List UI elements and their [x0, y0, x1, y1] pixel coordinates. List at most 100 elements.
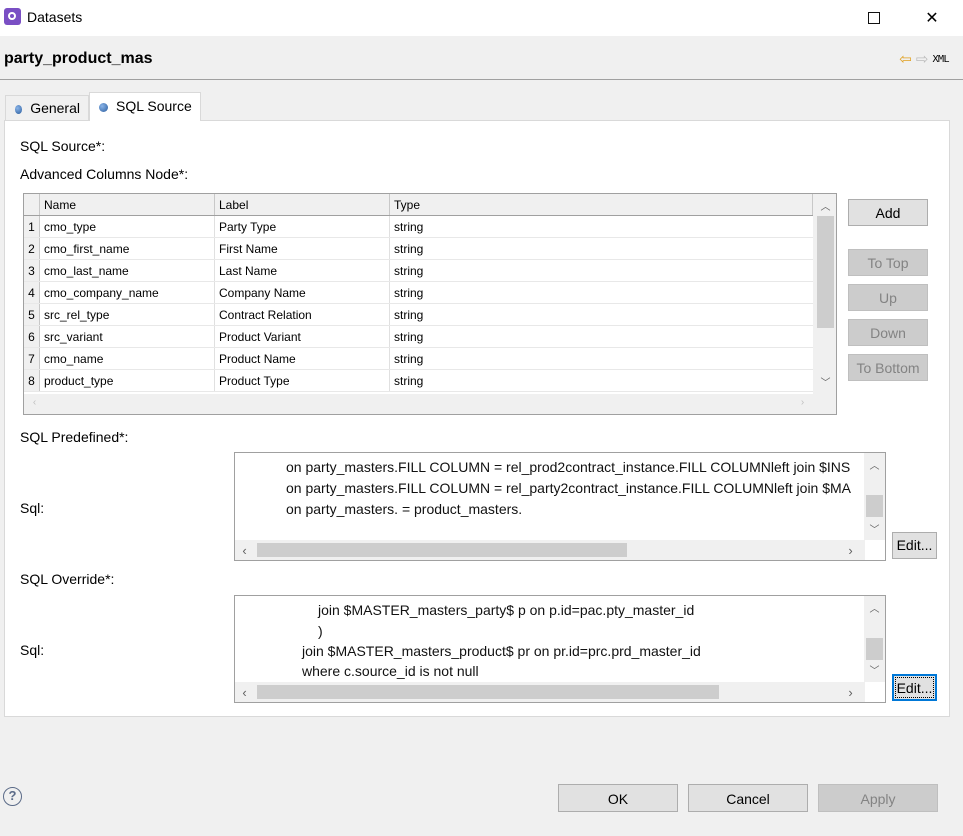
scrollbar-thumb[interactable]: [866, 495, 883, 517]
apply-button[interactable]: Apply: [818, 784, 938, 812]
cell-type[interactable]: string: [390, 238, 813, 259]
table-horizontal-scrollbar[interactable]: ‹ ›: [24, 394, 836, 414]
scroll-down-icon[interactable]: ﹀: [866, 662, 883, 677]
edit-predefined-button[interactable]: Edit...: [892, 532, 937, 559]
scroll-left-icon[interactable]: ‹: [236, 685, 253, 700]
close-icon: ✕: [925, 10, 939, 27]
close-button[interactable]: ✕: [909, 0, 955, 36]
sql-predefined-vertical-scrollbar[interactable]: ︿ ﹀: [864, 453, 885, 540]
tab-bullet-icon: [99, 103, 108, 112]
down-button[interactable]: Down: [848, 319, 928, 346]
cell-label[interactable]: Product Name: [215, 348, 390, 369]
sql-override-vertical-scrollbar[interactable]: ︿ ﹀: [864, 596, 885, 682]
column-header-type[interactable]: Type: [390, 194, 813, 215]
cell-type[interactable]: string: [390, 282, 813, 303]
up-button[interactable]: Up: [848, 284, 928, 311]
scroll-right-icon[interactable]: ›: [842, 543, 859, 558]
scroll-up-icon[interactable]: ︿: [866, 600, 883, 615]
sql-source-label: SQL Source*:: [20, 138, 106, 154]
sql-line: join $MASTER_masters_party$ p on p.id=pa…: [318, 602, 695, 618]
column-header-name[interactable]: Name: [40, 194, 215, 215]
tab-label: SQL Source: [116, 98, 192, 114]
row-number: 7: [24, 348, 40, 369]
maximize-icon: [868, 12, 880, 24]
tab-sql-source[interactable]: SQL Source: [89, 92, 201, 121]
scroll-right-icon[interactable]: ›: [842, 685, 859, 700]
cell-label[interactable]: First Name: [215, 238, 390, 259]
cell-label[interactable]: Company Name: [215, 282, 390, 303]
tab-general[interactable]: General: [5, 95, 89, 120]
add-button[interactable]: Add: [848, 199, 928, 226]
sql-override-horizontal-scrollbar[interactable]: ‹ ›: [235, 682, 865, 702]
cell-name[interactable]: src_rel_type: [40, 304, 215, 325]
sql-line: on party_masters.FILL COLUMN = rel_prod2…: [286, 459, 851, 475]
cell-label[interactable]: Product Variant: [215, 326, 390, 347]
app-icon: [4, 8, 21, 25]
table-row[interactable]: 5 src_rel_type Contract Relation string: [24, 304, 813, 326]
table-row[interactable]: 4 cmo_company_name Company Name string: [24, 282, 813, 304]
sql-line: where c.source_id is not null: [302, 663, 479, 679]
column-header-label[interactable]: Label: [215, 194, 390, 215]
row-number: 1: [24, 216, 40, 237]
editor-header: party_product_mas ⇦ ⇨ XML: [0, 36, 963, 80]
scroll-up-icon[interactable]: ︿: [866, 457, 883, 472]
ok-button[interactable]: OK: [558, 784, 678, 812]
table-vertical-scrollbar[interactable]: ︿ ﹀: [814, 194, 836, 394]
cell-type[interactable]: string: [390, 348, 813, 369]
to-top-button[interactable]: To Top: [848, 249, 928, 276]
scroll-left-icon[interactable]: ‹: [26, 397, 43, 408]
cell-label[interactable]: Contract Relation: [215, 304, 390, 325]
back-arrow-icon[interactable]: ⇦: [899, 50, 912, 68]
to-bottom-button[interactable]: To Bottom: [848, 354, 928, 381]
cell-type[interactable]: string: [390, 370, 813, 391]
cell-type[interactable]: string: [390, 326, 813, 347]
sql-source-panel: SQL Source*: Advanced Columns Node*: Nam…: [4, 120, 950, 717]
scroll-up-icon[interactable]: ︿: [817, 198, 834, 213]
maximize-button[interactable]: [851, 0, 897, 36]
cell-type[interactable]: string: [390, 216, 813, 237]
cell-name[interactable]: cmo_type: [40, 216, 215, 237]
cell-name[interactable]: cmo_last_name: [40, 260, 215, 281]
edit-override-button[interactable]: Edit...: [892, 674, 937, 701]
table-row[interactable]: 6 src_variant Product Variant string: [24, 326, 813, 348]
help-icon[interactable]: ?: [3, 787, 22, 806]
row-number: 3: [24, 260, 40, 281]
sql-predefined-textarea[interactable]: ‾ ‾ ‾ on party_masters.FILL COLUMN = rel…: [234, 452, 886, 561]
tab-label: General: [30, 100, 80, 116]
scrollbar-thumb[interactable]: [817, 216, 834, 328]
scrollbar-thumb[interactable]: [257, 543, 627, 557]
sql-line: on party_masters. = product_masters.: [286, 501, 523, 517]
scrollbar-thumb[interactable]: [257, 685, 719, 699]
cell-name[interactable]: product_type: [40, 370, 215, 391]
cell-name[interactable]: cmo_company_name: [40, 282, 215, 303]
table-row[interactable]: 8 product_type Product Type string: [24, 370, 813, 392]
cell-label[interactable]: Product Type: [215, 370, 390, 391]
xml-view-button[interactable]: XML: [932, 54, 949, 65]
scroll-right-icon[interactable]: ›: [794, 397, 811, 408]
table-row[interactable]: 1 cmo_type Party Type string: [24, 216, 813, 238]
table-row[interactable]: 7 cmo_name Product Name string: [24, 348, 813, 370]
cell-name[interactable]: cmo_first_name: [40, 238, 215, 259]
cell-type[interactable]: string: [390, 260, 813, 281]
table-row[interactable]: 2 cmo_first_name First Name string: [24, 238, 813, 260]
sql-override-label: SQL Override*:: [20, 571, 115, 587]
sql-predefined-horizontal-scrollbar[interactable]: ‹ ›: [235, 540, 865, 560]
sql-override-textarea[interactable]: ′ join $MASTER_masters_party$ p on p.id=…: [234, 595, 886, 703]
cell-name[interactable]: cmo_name: [40, 348, 215, 369]
cell-label[interactable]: Party Type: [215, 216, 390, 237]
tab-bullet-icon: [15, 105, 23, 114]
scroll-left-icon[interactable]: ‹: [236, 543, 253, 558]
cell-label[interactable]: Last Name: [215, 260, 390, 281]
scrollbar-thumb[interactable]: [866, 638, 883, 660]
scroll-down-icon[interactable]: ﹀: [866, 521, 883, 536]
cell-type[interactable]: string: [390, 304, 813, 325]
cell-name[interactable]: src_variant: [40, 326, 215, 347]
cancel-button[interactable]: Cancel: [688, 784, 808, 812]
dataset-title: party_product_mas: [4, 50, 153, 67]
scroll-down-icon[interactable]: ﹀: [817, 374, 834, 389]
sql-line: ): [318, 623, 323, 639]
forward-arrow-icon[interactable]: ⇨: [916, 50, 929, 68]
table-header: Name Label Type: [24, 194, 813, 216]
sql-line: join $MASTER_masters_product$ pr on pr.i…: [302, 643, 701, 659]
table-row[interactable]: 3 cmo_last_name Last Name string: [24, 260, 813, 282]
